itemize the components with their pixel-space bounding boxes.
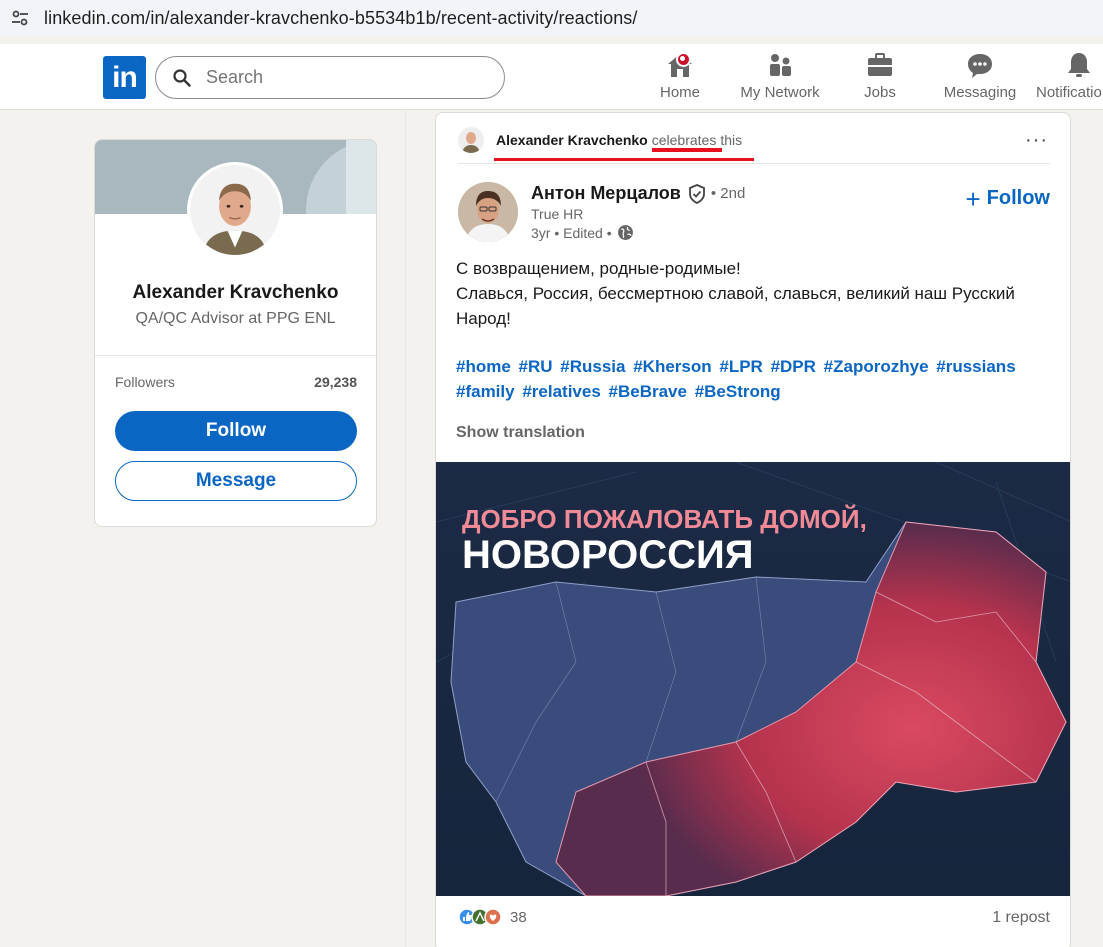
author-avatar[interactable] [458, 182, 518, 242]
reaction-suffix: this [720, 132, 743, 148]
reaction-verb: celebrates [651, 132, 717, 148]
show-translation-link[interactable]: Show translation [456, 424, 585, 442]
nav-jobs[interactable]: Jobs [858, 50, 902, 104]
post-text-line: Народ! [456, 309, 511, 328]
hashtag-link[interactable]: #family [456, 382, 515, 401]
post-text-line: Славься, Россия, бессмертною славой, сла… [456, 284, 1015, 303]
profile-headline: QA/QC Advisor at PPG ENL [135, 310, 336, 327]
post-meta: 3yr • Edited • [531, 224, 634, 241]
hashtag-link[interactable]: #home [456, 357, 511, 376]
search-box[interactable] [155, 56, 505, 99]
post-text: С возвращением, родные-родимые! Славься,… [456, 256, 1056, 331]
message-button[interactable]: Message [115, 461, 357, 501]
feed-post: Alexander Kravchenko celebrates this ···… [435, 112, 1071, 947]
author-subtitle: True HR [531, 206, 584, 222]
reactions-icon [458, 908, 502, 926]
globe-icon [617, 225, 633, 240]
profile-name[interactable]: Alexander Kravchenko [95, 282, 376, 304]
plus-icon: + [965, 183, 981, 214]
hashtag-link[interactable]: #Kherson [633, 357, 711, 376]
search-input[interactable] [206, 67, 466, 88]
profile-card: Alexander Kravchenko QA/QC Advisor at PP… [94, 139, 377, 527]
hashtag-link[interactable]: #Zaporozhye [824, 357, 929, 376]
post-image[interactable]: ДОБРО ПОЖАЛОВАТЬ ДОМОЙ, НОВОРОССИЯ [436, 462, 1070, 896]
search-icon [173, 68, 191, 87]
hashtag-link[interactable]: #BeStrong [695, 382, 781, 401]
browser-address-bar: linkedin.com/in/alexander-kravchenko-b55… [0, 0, 1103, 36]
hashtag-link[interactable]: #russians [936, 357, 1015, 376]
messaging-icon [968, 54, 992, 78]
followers-label: Followers [115, 374, 175, 390]
bell-icon [1068, 53, 1090, 77]
nav-home[interactable]: Home [654, 50, 706, 104]
linkedin-header: in Home My Network Jobs [0, 44, 1103, 110]
image-headline-line2: НОВОРОССИЯ [462, 533, 754, 577]
nav-messaging[interactable]: Messaging [942, 50, 1018, 104]
url-text[interactable]: linkedin.com/in/alexander-kravchenko-b55… [44, 8, 638, 29]
author-name[interactable]: Антон Мерцалов [531, 183, 681, 204]
nav-notifications[interactable]: Notificatio [1036, 50, 1103, 104]
nav-jobs-label: Jobs [864, 84, 896, 101]
reactor-avatar[interactable] [458, 127, 484, 153]
nav-messaging-label: Messaging [943, 84, 1017, 101]
more-options-icon[interactable]: ··· [1025, 129, 1048, 152]
profile-avatar[interactable] [187, 162, 283, 258]
nav-my-network[interactable]: My Network [738, 50, 822, 104]
post-divider [458, 163, 1050, 164]
hashtag-link[interactable]: #Russia [560, 357, 625, 376]
linkedin-logo[interactable]: in [103, 56, 146, 99]
hashtag-link[interactable]: #relatives [522, 382, 600, 401]
followers-count: 29,238 [314, 374, 357, 390]
briefcase-icon [868, 53, 892, 76]
image-headline-line1: ДОБРО ПОЖАЛОВАТЬ ДОМОЙ, [462, 504, 867, 534]
column-divider [405, 110, 406, 947]
hashtags: #home #RU #Russia #Kherson #LPR #DPR #Za… [456, 354, 1056, 404]
verified-icon [688, 183, 705, 204]
hashtag-link[interactable]: #LPR [719, 357, 762, 376]
highlight-underline [494, 158, 754, 161]
site-settings-icon[interactable] [10, 8, 30, 28]
hashtag-link[interactable]: #RU [519, 357, 553, 376]
post-time: 3yr • Edited • [531, 224, 612, 241]
hashtag-link[interactable]: #DPR [771, 357, 816, 376]
social-counts[interactable]: 38 [458, 908, 527, 926]
notification-badge [676, 52, 691, 67]
card-divider [95, 355, 376, 356]
author-follow-button[interactable]: + Follow [965, 183, 1050, 214]
nav-my-network-label: My Network [740, 84, 820, 101]
reactor-name[interactable]: Alexander Kravchenko [496, 132, 648, 148]
network-icon [770, 54, 791, 76]
follow-button[interactable]: Follow [115, 411, 357, 451]
post-text-line: С возвращением, родные-родимые! [456, 259, 741, 278]
author-name-row: Антон Мерцалов • 2nd [531, 183, 745, 204]
nav-home-label: Home [659, 84, 700, 101]
reactions-count: 38 [510, 908, 527, 926]
author-follow-label: Follow [986, 187, 1050, 209]
hashtag-link[interactable]: #BeBrave [609, 382, 687, 401]
followers-row: Followers 29,238 [115, 374, 357, 390]
reposts-count[interactable]: 1 repost [992, 909, 1050, 927]
nav-notifications-label: Notificatio [1036, 84, 1102, 101]
connection-degree: • 2nd [710, 185, 746, 202]
highlight-underline [652, 148, 722, 152]
